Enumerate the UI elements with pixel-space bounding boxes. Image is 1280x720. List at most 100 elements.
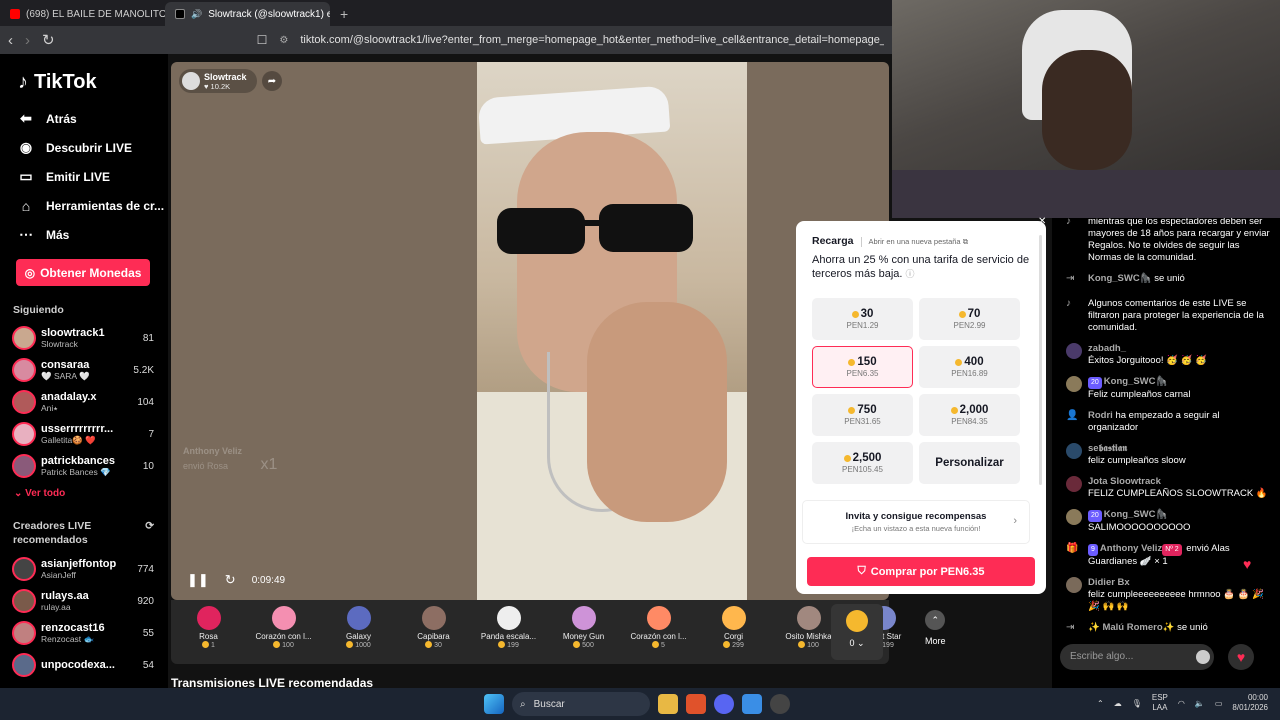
chat-username[interactable]: Kong_SWC🦍 [1104, 376, 1168, 387]
share-icon[interactable]: ➦ [262, 71, 282, 91]
browser-tab-youtube[interactable]: (698) EL BAILE DE MANOLITO #viral [0, 2, 165, 26]
account-row[interactable]: unpocodexa... 54 [0, 649, 168, 681]
chat-body: se𝖇𝖆𝖘𝖙𝖎𝖆𝖓 feliz cumpleaños sloow [1088, 443, 1186, 467]
obs-icon[interactable] [770, 694, 790, 714]
language-indicator[interactable]: ESP LAA [1152, 693, 1168, 713]
chat-username[interactable]: Kong_SWC🦍 [1088, 273, 1152, 284]
chat-input[interactable]: Escribe algo... [1060, 644, 1214, 670]
new-tab-button[interactable]: + [330, 2, 358, 26]
coin-icon [202, 641, 210, 648]
chat-username[interactable]: Rodri [1088, 410, 1113, 421]
chat-username[interactable]: ✨ Malú Romero✨ [1088, 622, 1174, 633]
coin-icon [846, 610, 868, 632]
get-coins-button[interactable]: ◎ Obtener Monedas [16, 259, 150, 286]
wifi-icon[interactable]: ◠ [1178, 699, 1185, 708]
nav-back[interactable]: ⬅ Atrás [0, 104, 168, 133]
chat-body: Rodri ha empezado a seguir al organizado… [1088, 410, 1270, 434]
pause-icon[interactable]: ❚❚ [187, 572, 209, 588]
forward-icon[interactable]: › [25, 32, 30, 49]
gift-item[interactable]: Panda escala... 199 [471, 606, 546, 649]
webcam-overlay [892, 0, 1280, 218]
back-icon[interactable]: ‹ [8, 32, 13, 49]
refresh-icon[interactable]: ⟳ [145, 519, 154, 547]
coin-package[interactable]: 2,000 PEN84.35 [919, 394, 1020, 436]
gift-item[interactable]: Corazón con l... 5 [621, 606, 696, 649]
chat-message: ♪ mientras que los espectadores deben ser… [1052, 218, 1280, 264]
nav-go-live[interactable]: ▭ Emitir LIVE [0, 162, 168, 191]
replay-icon[interactable]: ↻ [225, 572, 236, 588]
account-row[interactable]: renzocast16 Renzocast 🐟 55 [0, 617, 168, 649]
volume-icon[interactable]: 🔈 [1195, 699, 1205, 708]
battery-icon[interactable]: ▭ [1215, 699, 1223, 708]
gift-item[interactable]: Corgi 299 [696, 606, 771, 649]
info-icon[interactable]: ⓘ [906, 269, 915, 279]
host-info[interactable]: Slowtrack ♥ 10.2K [179, 69, 257, 93]
video-player[interactable]: Slowtrack ♥ 10.2K ➦ Anthony Veliz envió … [171, 62, 889, 600]
account-row[interactable]: asianjeffontop AsianJeff 774 [0, 553, 168, 585]
gift-item[interactable]: Rosa 1 [171, 606, 246, 649]
invite-rewards-banner[interactable]: Invita y consigue recompensas ¡Echa un v… [802, 500, 1030, 544]
gift-item[interactable]: Capibara 30 [396, 606, 471, 649]
chat-username[interactable]: Didier Bx [1088, 577, 1130, 588]
open-new-tab-link[interactable]: Abrir en una nueva pestaña ⧉ [861, 237, 968, 247]
chat-username[interactable]: zabadh_ [1088, 343, 1126, 354]
account-meta: usserrrrrrrrr... Galletita🍪 ❤️ [41, 423, 122, 446]
account-row[interactable]: consaraa 🤍 SARA 🤍 5.2K [0, 354, 168, 386]
coin-package[interactable]: 750 PEN31.65 [812, 394, 913, 436]
app-icon[interactable] [742, 694, 762, 714]
browser-tab-tiktok[interactable]: 🔊 Slowtrack (@sloowtrack1) e × [165, 2, 330, 26]
coin-package[interactable]: 2,500 PEN105.45 [812, 442, 913, 484]
package-coins-value: 2,000 [959, 404, 989, 416]
clock[interactable]: 00:00 8/01/2026 [1232, 693, 1268, 713]
account-row[interactable]: sloowtrack1 Slowtrack 81 [0, 322, 168, 354]
account-row[interactable]: anadalay.x Ani⭑ 104 [0, 386, 168, 418]
viewer-count: 920 [137, 595, 154, 607]
discord-icon[interactable] [714, 694, 734, 714]
more-gifts-button[interactable]: ⌃ More [925, 606, 946, 646]
like-heart-button[interactable]: ♥ [1228, 644, 1254, 670]
chat-username[interactable]: Kong_SWC🦍 [1104, 509, 1168, 520]
network-icon[interactable]: ☁ [1114, 699, 1122, 708]
custom-amount-button[interactable]: Personalizar [919, 442, 1020, 484]
account-row[interactable]: usserrrrrrrrr... Galletita🍪 ❤️ 7 [0, 418, 168, 450]
buy-button[interactable]: ⛉ Comprar por PEN6.35 [807, 557, 1035, 586]
chat-avatar [1066, 343, 1082, 359]
file-explorer-icon[interactable] [658, 694, 678, 714]
bookmark-icon[interactable]: ☐ [257, 33, 268, 47]
nav-more[interactable]: ⋯ Más [0, 220, 168, 249]
tiktok-logo[interactable]: ♪ TikTok [0, 68, 168, 96]
site-info-icon[interactable]: ⚙ [279, 35, 288, 46]
account-row[interactable]: patrickbances Patrick Bances 💎 10 [0, 450, 168, 482]
coin-package[interactable]: 70 PEN2.99 [919, 298, 1020, 340]
gift-name: Corazón con l... [255, 632, 312, 641]
gift-price: 299 [723, 641, 744, 649]
wallet-button[interactable]: 0 ⌄ [831, 604, 883, 660]
chat-text: FELIZ CUMPLEAÑOS SLOOWTRACK 🔥 [1088, 488, 1268, 499]
chat-username[interactable]: se𝖇𝖆𝖘𝖙𝖎𝖆𝖓 [1088, 443, 1127, 454]
windows-start-icon[interactable] [484, 694, 504, 714]
reload-icon[interactable]: ↻ [42, 31, 55, 49]
gift-item[interactable]: Corazón con l... 100 [246, 606, 321, 649]
mic-icon[interactable]: 🎙 [1132, 699, 1142, 708]
shield-icon: ⛉ [857, 565, 866, 577]
coin-package[interactable]: 150 PEN6.35 [812, 346, 913, 388]
coin-package[interactable]: 30 PEN1.29 [812, 298, 913, 340]
chevron-up-icon[interactable]: ⌃ [1097, 699, 1104, 708]
account-row[interactable]: rulays.aa rulay.aa 920 [0, 585, 168, 617]
host-avatar [182, 72, 200, 90]
brave-browser-icon[interactable] [686, 694, 706, 714]
chat-username[interactable]: Anthony Veliz [1100, 543, 1162, 554]
gift-item[interactable]: Galaxy 1000 [321, 606, 396, 649]
see-all-link[interactable]: ⌄ Ver todo [0, 488, 168, 499]
close-icon[interactable]: ✕ [1038, 216, 1050, 228]
coin-package[interactable]: 400 PEN16.89 [919, 346, 1020, 388]
taskbar-search[interactable]: ⌕ Buscar [512, 692, 650, 716]
nav-creator-tools[interactable]: ⌂ Herramientas de cr... [0, 191, 168, 220]
chat-username[interactable]: Jota Sloowtrack [1088, 476, 1161, 487]
gift-item[interactable]: Money Gun 500 [546, 606, 621, 649]
recharge-scrollbar[interactable] [1039, 235, 1042, 485]
coin-icon [851, 311, 859, 318]
nav-discover-live[interactable]: ◉ Descubrir LIVE [0, 133, 168, 162]
url-field[interactable]: tiktok.com/@sloowtrack1/live?enter_from_… [300, 34, 884, 46]
emoji-icon[interactable] [1196, 650, 1210, 664]
